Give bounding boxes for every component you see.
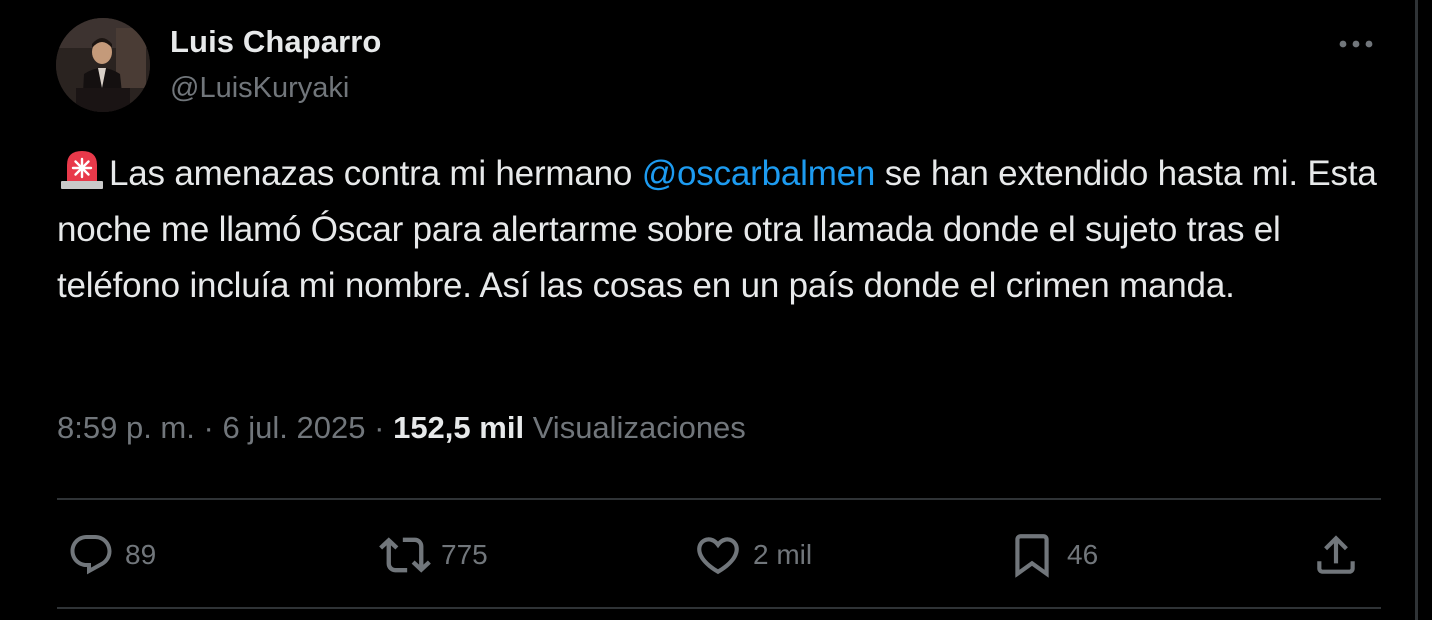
repost-button[interactable]: 775 xyxy=(379,520,488,590)
divider xyxy=(57,498,1381,500)
views-label: Visualizaciones xyxy=(532,410,746,445)
views-count: 152,5 mil xyxy=(393,410,525,445)
reply-count: 89 xyxy=(125,539,157,570)
bookmark-count: 46 xyxy=(1067,539,1099,570)
reply-icon xyxy=(70,535,112,575)
avatar[interactable] xyxy=(56,18,150,112)
more-dots-icon xyxy=(1339,40,1373,48)
more-options-button[interactable] xyxy=(1336,24,1376,64)
tweet-text: Las amenazas contra mi hermano @oscarbal… xyxy=(57,146,1387,314)
share-button[interactable] xyxy=(1311,520,1361,590)
reply-button[interactable]: 89 xyxy=(67,520,156,590)
mention-link[interactable]: @oscarbalmen xyxy=(642,154,876,193)
repost-count: 775 xyxy=(441,539,488,570)
avatar-image xyxy=(56,18,150,112)
rotating-light-icon xyxy=(57,147,107,191)
bookmark-button[interactable]: 46 xyxy=(1007,520,1098,590)
bookmark-icon xyxy=(1015,534,1049,578)
heart-icon xyxy=(697,537,739,575)
action-bar: 89 775 2 mil 46 xyxy=(57,520,1381,590)
repost-icon xyxy=(379,537,431,573)
tweet-text-part: Las amenazas contra mi hermano xyxy=(109,154,642,193)
meta-separator: · xyxy=(203,410,214,445)
meta-separator: · xyxy=(374,410,385,445)
like-count: 2 mil xyxy=(753,539,813,570)
share-icon xyxy=(1317,535,1355,574)
tweet-meta: 8:59 p. m. · 6 jul. 2025 · 152,5 mil Vis… xyxy=(57,410,746,446)
tweet-card: Luis Chaparro @LuisKuryaki Las amenazas … xyxy=(0,0,1418,620)
author-handle[interactable]: @LuisKuryaki xyxy=(170,72,349,105)
tweet-date[interactable]: 6 jul. 2025 xyxy=(222,410,365,445)
author-display-name[interactable]: Luis Chaparro xyxy=(170,24,381,60)
tweet-time[interactable]: 8:59 p. m. xyxy=(57,410,195,445)
like-button[interactable]: 2 mil xyxy=(693,520,812,590)
divider xyxy=(57,607,1381,609)
